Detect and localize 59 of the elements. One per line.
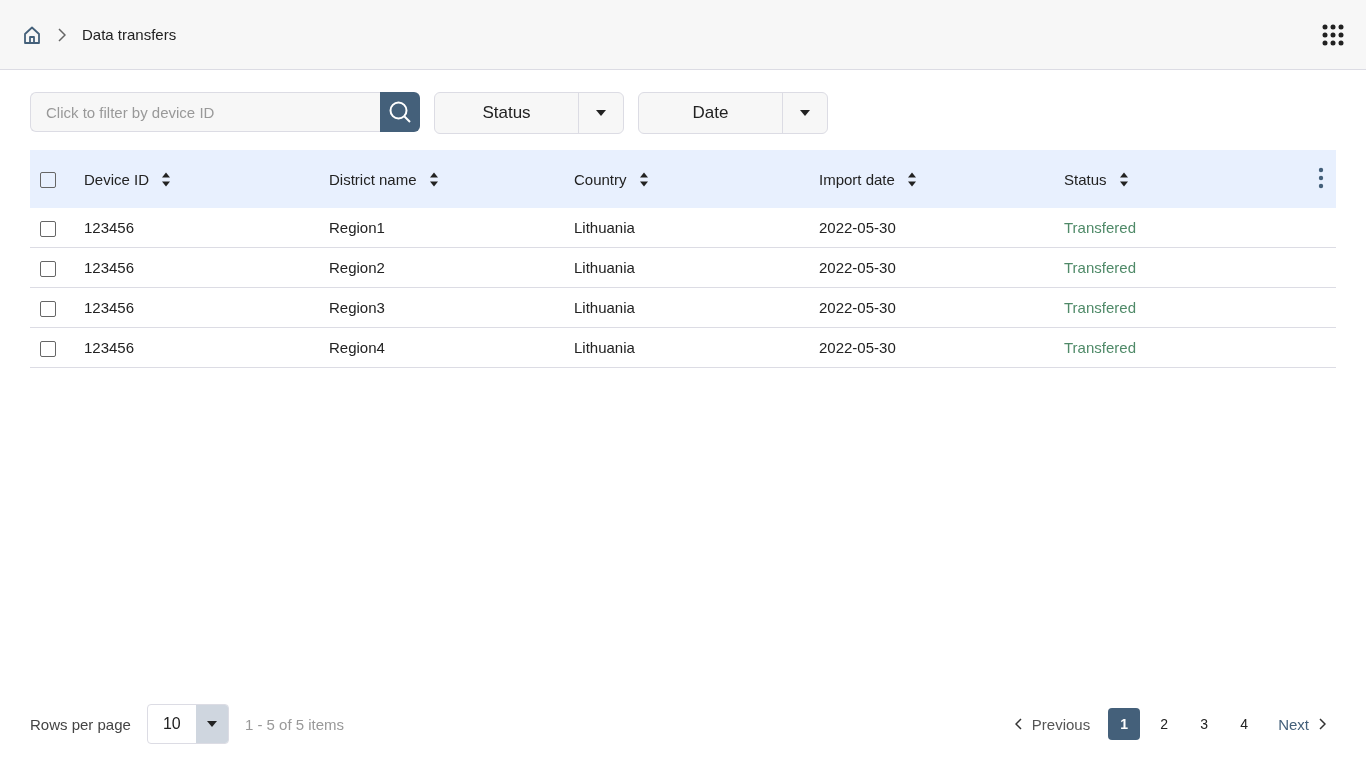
checkbox[interactable] (40, 172, 56, 188)
apps-grid-icon[interactable] (1322, 23, 1344, 46)
checkbox[interactable] (40, 220, 56, 237)
column-header[interactable]: District name (329, 170, 417, 188)
chevron-right-icon (58, 27, 66, 42)
table-cell: Lithuania (574, 219, 635, 236)
table-cell: Lithuania (574, 299, 635, 316)
table-cell: Region4 (329, 339, 385, 356)
sort-icon[interactable] (1118, 170, 1129, 188)
column-header[interactable]: Country (574, 170, 627, 188)
table-cell: Region1 (329, 219, 385, 236)
table-cell: Region3 (329, 299, 385, 316)
table-cell: 123456 (84, 219, 135, 236)
page-button[interactable]: 1 (1108, 708, 1141, 740)
breadcrumb-current: Data transfers (82, 26, 177, 43)
caret-icon (595, 109, 607, 117)
table-cell: 2022-05-30 (819, 259, 896, 276)
sort-icon[interactable] (161, 170, 172, 188)
checkbox[interactable] (40, 340, 56, 357)
table-cell: 2022-05-30 (819, 339, 896, 356)
filter-dropdown[interactable]: Status (434, 92, 624, 134)
status-text: Transfered (1064, 219, 1136, 236)
rows-per-page-label: Rows per page (30, 715, 131, 733)
table-cell: Region2 (329, 259, 385, 276)
table-cell: Lithuania (574, 259, 635, 276)
sort-icon[interactable] (428, 170, 439, 188)
status-text: Transfered (1064, 339, 1136, 356)
rows-per-page-select[interactable]: 10 (146, 704, 229, 744)
checkbox[interactable] (40, 260, 56, 277)
previous-link[interactable]: Previous (1004, 715, 1101, 733)
page-button[interactable]: 2 (1148, 708, 1181, 740)
table-cell: Lithuania (574, 339, 635, 356)
chevron-right-icon (1319, 718, 1326, 730)
status-text: Transfered (1064, 299, 1136, 316)
chevron-left-icon (1014, 718, 1022, 730)
table-cell: 2022-05-30 (819, 299, 896, 316)
column-header[interactable]: Import date (819, 170, 895, 188)
more-vertical-icon[interactable] (1318, 166, 1324, 189)
checkbox[interactable] (40, 300, 56, 317)
column-header[interactable]: Status (1064, 170, 1107, 188)
status-text: Transfered (1064, 259, 1136, 276)
item-range-text: 1 - 5 of 5 items (244, 715, 345, 733)
page-button[interactable]: 4 (1228, 708, 1261, 740)
caret-icon (205, 720, 218, 728)
search-button[interactable] (380, 92, 420, 132)
next-link[interactable]: Next (1268, 715, 1336, 733)
home-icon[interactable] (22, 24, 42, 45)
table-cell: 123456 (84, 259, 135, 276)
search-field[interactable]: Click to filter by device ID (30, 92, 380, 132)
table-cell: 2022-05-30 (819, 219, 896, 236)
column-header[interactable]: Device ID (84, 170, 150, 188)
sort-icon[interactable] (906, 170, 917, 188)
filter-dropdown[interactable]: Date (638, 92, 828, 134)
search-icon (388, 100, 412, 124)
table-cell: 123456 (84, 339, 135, 356)
page-button[interactable]: 3 (1188, 708, 1221, 740)
table-cell: 123456 (84, 299, 135, 316)
sort-icon[interactable] (638, 170, 649, 188)
caret-icon (799, 109, 811, 117)
